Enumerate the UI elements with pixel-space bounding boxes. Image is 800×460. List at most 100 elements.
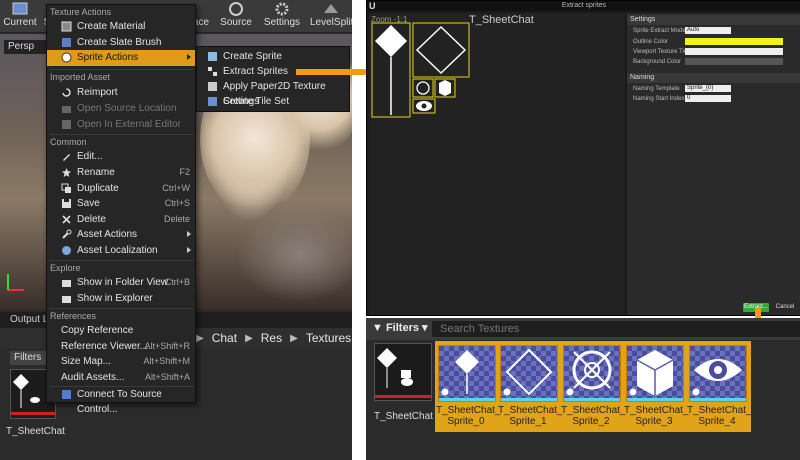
axis-gizmo-icon [7, 274, 24, 291]
sprite-type-bar [439, 398, 495, 401]
menu-item-show-in-folder-view[interactable]: Show in Folder View Ctrl+B [47, 275, 195, 290]
sprite-thumbnail-1[interactable] [500, 345, 558, 402]
menu-item-size-map[interactable]: Size Map... Alt+Shift+M [47, 354, 195, 369]
sprite-icon [61, 52, 72, 63]
sprite-thumbnail-0[interactable] [438, 345, 496, 402]
sprite-icon [208, 52, 217, 61]
breadcrumb-item-chat[interactable]: Chat [212, 331, 237, 345]
menu-section-common: Common [50, 137, 87, 147]
asset-context-menu: Texture Actions Create Material Create S… [46, 4, 196, 415]
material-icon [61, 21, 72, 32]
sprite-sheet-icon [375, 348, 431, 398]
setting-naming-template-label: Naming Template [633, 86, 680, 92]
menu-item-delete[interactable]: Delete Delete [47, 212, 195, 227]
background-color-swatch[interactable] [685, 58, 783, 65]
menu-item-edit[interactable]: Edit... [47, 149, 195, 164]
menu-item-label: Copy Reference [61, 325, 134, 336]
source-asset-name: T_SheetChat [374, 411, 433, 422]
folder-view-icon [62, 280, 71, 287]
naming-start-index-input[interactable]: 0 [685, 95, 731, 102]
crosshair-icon [566, 350, 612, 396]
menu-item-sprite-actions[interactable]: Sprite Actions [47, 50, 195, 66]
menu-item-audit-assets[interactable]: Audit Assets... Alt+Shift+A [47, 370, 195, 385]
breadcrumb-separator-icon: ▶ [196, 332, 204, 344]
menu-item-label: Reference Viewer... [61, 341, 149, 352]
menu-item-duplicate[interactable]: Duplicate Ctrl+W [47, 181, 195, 196]
sprite-name-1: T_SheetChat_ Sprite_1 [498, 405, 563, 427]
diamond-outline-icon [503, 348, 553, 396]
menu-item-reimport[interactable]: Reimport [47, 85, 195, 100]
source-control-icon [229, 2, 243, 16]
menu-shortcut: Alt+Shift+A [144, 372, 190, 382]
viewport-perspective-tab[interactable]: Persp [4, 40, 52, 54]
menu-section-references: References [50, 311, 97, 321]
menu-item-rename[interactable]: Rename F2 [47, 165, 195, 180]
menu-item-open-external-editor[interactable]: Open In External Editor [47, 117, 195, 132]
gear-icon [275, 2, 289, 16]
menu-item-label: Connect To Source Control... [77, 389, 162, 415]
sprite-thumbnail-2[interactable] [563, 345, 621, 402]
sprite-type-bar [564, 398, 620, 401]
sprite-type-bar [627, 398, 683, 401]
asset-thumbnail-t-sheetchat[interactable] [374, 343, 432, 401]
menu-shortcut: Delete [163, 214, 190, 224]
menu-item-connect-source-control[interactable]: Connect To Source Control... [47, 387, 195, 415]
cube-icon [629, 350, 674, 396]
menu-item-save[interactable]: Save Ctrl+S [47, 196, 195, 211]
menu-item-label: Open In External Editor [77, 119, 181, 130]
menu-item-asset-localization[interactable]: Asset Localization [47, 243, 195, 258]
menu-item-reference-viewer[interactable]: Reference Viewer... Alt+Shift+R [47, 339, 195, 354]
menu-item-copy-reference[interactable]: Copy Reference [47, 323, 195, 338]
cancel-button[interactable]: Cancel [773, 303, 797, 312]
window-icon [12, 2, 28, 15]
menu-divider [49, 308, 193, 309]
menu-item-open-source-location[interactable]: Open Source Location [47, 101, 195, 116]
sprite-name-4: T_SheetChat_ Sprite_4 [687, 405, 752, 427]
search-textures-input[interactable]: Search Textures [432, 321, 800, 337]
menu-item-label: Open Source Location [77, 103, 177, 114]
pencil-icon [63, 154, 70, 161]
menu-item-create-slate-brush[interactable]: Create Slate Brush [47, 35, 195, 50]
sprite-canvas[interactable] [369, 13, 625, 315]
outline-color-swatch[interactable] [685, 38, 783, 45]
settings-section-header[interactable]: Settings [627, 15, 800, 25]
toolbar-current-button[interactable]: Current [0, 0, 40, 32]
rename-star-icon [62, 168, 71, 177]
menu-divider [49, 260, 193, 261]
toolbar-source-button[interactable]: Source [218, 0, 254, 32]
sprite-thumbnail-3[interactable] [626, 345, 684, 402]
settings-panel: Settings Sprite Extract Mode Auto Outlin… [627, 13, 800, 315]
level-icon [324, 4, 338, 13]
menu-item-show-in-explorer[interactable]: Show in Explorer [47, 291, 195, 306]
menu-item-asset-actions[interactable]: Asset Actions [47, 227, 195, 242]
toolbar-levelsplit-button[interactable]: LevelSplit [310, 0, 352, 32]
naming-template-input[interactable]: Sprite_{0} [685, 85, 731, 92]
menu-item-label: Delete [77, 214, 106, 225]
content-browser-breadcrumb: ▶ Chat ▶ Res ▶ Textures ▶ [196, 328, 352, 348]
toolbar-settings-button[interactable]: Settings [262, 0, 302, 32]
menu-section-imported-asset: Imported Asset [50, 72, 111, 82]
menu-item-label: Size Map... [61, 356, 112, 367]
submenu-arrow-icon [187, 54, 191, 60]
asset-name-label: T_SheetChat [6, 426, 65, 437]
folder-icon [62, 106, 71, 113]
menu-item-label: Save [77, 198, 100, 209]
sprite-name-0: T_SheetChat_ Sprite_0 [436, 405, 501, 427]
menu-item-label: Duplicate [77, 183, 119, 194]
canvas-texture-title: T_SheetChat [469, 14, 534, 26]
menu-item-create-material[interactable]: Create Material [47, 19, 195, 34]
reimport-icon [62, 88, 71, 97]
content-browser-filters-button[interactable]: ▼ Filters ▾ [372, 321, 428, 334]
menu-item-label: Reimport [77, 87, 118, 98]
breadcrumb-item-res[interactable]: Res [261, 331, 282, 345]
menu-item-label: Asset Localization [77, 245, 158, 256]
sprite-thumbnail-4[interactable] [689, 345, 747, 402]
menu-item-label: Show in Folder View [77, 277, 168, 288]
viewport-tint-swatch[interactable] [685, 48, 783, 55]
naming-section-header[interactable]: Naming [627, 73, 800, 83]
breadcrumb-item-textures[interactable]: Textures [306, 331, 351, 345]
submenu-item-create-tile-set[interactable]: Create Tile Set [197, 94, 349, 109]
menu-shortcut: Ctrl+B [164, 277, 190, 287]
submenu-arrow-icon [187, 247, 191, 253]
extract-mode-dropdown[interactable]: Auto [685, 27, 731, 34]
